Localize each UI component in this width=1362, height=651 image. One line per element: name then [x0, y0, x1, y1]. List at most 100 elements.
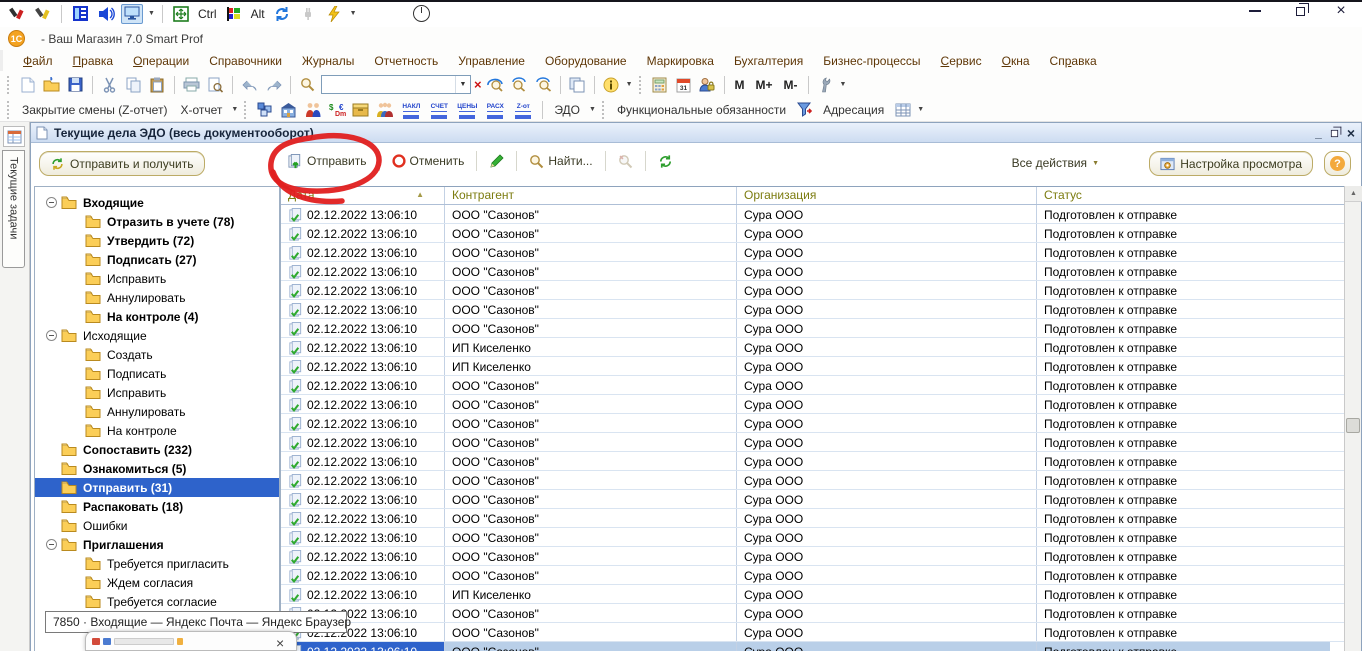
tree-item[interactable]: Ошибки: [35, 516, 279, 535]
table-row[interactable]: 02.12.2022 13:06:10ООО "Сазонов"Сура ООО…: [281, 300, 1361, 319]
x-report-button[interactable]: Х-отчет: [175, 102, 227, 118]
print-preview-icon[interactable]: [205, 75, 226, 95]
tree-item[interactable]: Создать: [35, 345, 279, 364]
open-icon[interactable]: [41, 75, 62, 95]
tree-item[interactable]: Аннулировать: [35, 402, 279, 421]
new-document-icon[interactable]: [17, 75, 38, 95]
print-icon[interactable]: [181, 75, 202, 95]
tree-item[interactable]: Приглашения: [35, 535, 279, 554]
addressing-dropdown-icon[interactable]: ▼: [917, 106, 924, 113]
currency-icon[interactable]: $Dm€: [326, 100, 347, 120]
tree-item[interactable]: Входящие: [35, 193, 279, 212]
search-dropdown-icon[interactable]: ▼: [455, 76, 470, 93]
toolbar-grip[interactable]: [7, 101, 11, 119]
tree-item[interactable]: Исправить: [35, 383, 279, 402]
doc-shortcut-icon[interactable]: Z-от: [510, 104, 536, 116]
z-report-button[interactable]: Закрытие смены (Z-отчет): [17, 102, 172, 118]
clock-icon[interactable]: [413, 5, 430, 22]
view-settings-button[interactable]: Настройка просмотра: [1149, 151, 1313, 176]
toolbar-grip[interactable]: [7, 76, 11, 94]
menu-item[interactable]: Маркировка: [637, 52, 724, 70]
tree-item[interactable]: Исходящие: [35, 326, 279, 345]
table-row[interactable]: 02.12.2022 13:06:10ООО "Сазонов"Сура ООО…: [281, 566, 1361, 585]
mdi-minimize-button[interactable]: _: [1315, 127, 1322, 139]
doc-shortcut-icon[interactable]: СЧЕТ: [426, 104, 452, 116]
memory-m-button[interactable]: M: [731, 78, 749, 92]
doc-shortcut-icon[interactable]: ЦЕНЫ: [454, 104, 480, 116]
reports-dropdown-icon[interactable]: ▼: [231, 106, 238, 113]
store-icon[interactable]: [278, 100, 299, 120]
table-row[interactable]: 02.12.2022 13:06:10ООО "Сазонов"Сура ООО…: [281, 281, 1361, 300]
tree-item[interactable]: Отразить в учете (78): [35, 212, 279, 231]
pages-icon[interactable]: [567, 75, 588, 95]
copy-icon[interactable]: [123, 75, 144, 95]
tree-item[interactable]: Требуется согласие: [35, 592, 279, 611]
column-header-counterparty[interactable]: Контрагент: [445, 187, 737, 204]
cells-icon[interactable]: [254, 100, 275, 120]
tools-icon[interactable]: [815, 75, 836, 95]
help-button[interactable]: ?: [1324, 151, 1351, 176]
edit-button[interactable]: [485, 152, 508, 171]
speaker-icon[interactable]: [95, 4, 117, 24]
menu-item[interactable]: Бизнес-процессы: [813, 52, 930, 70]
addressing-button[interactable]: Адресация: [818, 102, 889, 118]
addressing-table-icon[interactable]: [892, 100, 913, 120]
edo-dropdown-icon[interactable]: ▼: [589, 106, 596, 113]
tree-item[interactable]: Отправить (31): [35, 478, 279, 497]
menu-item[interactable]: Оборудование: [535, 52, 637, 70]
tools-dropdown-icon[interactable]: ▼: [840, 81, 847, 88]
table-row[interactable]: 02.12.2022 13:06:10ООО "Сазонов"Сура ООО…: [281, 395, 1361, 414]
tree-collapse-icon[interactable]: [46, 539, 57, 550]
scroll-up-icon[interactable]: ▲: [1345, 186, 1362, 202]
table-row[interactable]: 02.12.2022 13:06:10ИП КиселенкоСура ОООП…: [281, 357, 1361, 376]
doc-shortcut-icon[interactable]: РАСХ: [482, 104, 508, 116]
table-row[interactable]: 02.12.2022 13:06:10ИП КиселенкоСура ОООП…: [281, 338, 1361, 357]
calculator-icon[interactable]: [649, 75, 670, 95]
tree-collapse-icon[interactable]: [46, 330, 57, 341]
menu-item[interactable]: Окна: [992, 52, 1040, 70]
column-header-organization[interactable]: Организация: [737, 187, 1037, 204]
scrollbar-thumb[interactable]: [1346, 418, 1360, 433]
search-icon[interactable]: [297, 75, 318, 95]
all-actions-button[interactable]: Все действия▼: [1012, 156, 1099, 170]
table-row[interactable]: 02.12.2022 13:06:10ООО "Сазонов"Сура ООО…: [281, 319, 1361, 338]
table-row[interactable]: 02.12.2022 13:06:10ООО "Сазонов"Сура ООО…: [281, 623, 1361, 642]
menu-item[interactable]: Справочники: [199, 52, 292, 70]
windows-flag-icon[interactable]: [223, 4, 245, 24]
table-row[interactable]: 02.12.2022 13:06:10ИП КиселенкоСура ОООП…: [281, 585, 1361, 604]
tree-item[interactable]: На контроле (4): [35, 307, 279, 326]
close-button[interactable]: ×: [1326, 2, 1356, 20]
tree-collapse-icon[interactable]: [46, 197, 57, 208]
monitor-dropdown-icon[interactable]: ▼: [148, 10, 155, 17]
table-row[interactable]: 02.12.2022 13:06:10ООО "Сазонов"Сура ООО…: [281, 376, 1361, 395]
find-button[interactable]: Найти...: [525, 152, 596, 171]
tree-item[interactable]: Исправить: [35, 269, 279, 288]
table-row[interactable]: 02.12.2022 13:06:10ООО "Сазонов"Сура ООО…: [281, 471, 1361, 490]
find-next-icon[interactable]: [509, 75, 530, 95]
edo-window-titlebar[interactable]: Текущие дела ЭДО (весь документооборот) …: [31, 123, 1361, 143]
tool-red-black-icon[interactable]: [6, 4, 28, 24]
panel-list-icon[interactable]: [69, 4, 91, 24]
cancel-button[interactable]: Отменить: [388, 152, 469, 170]
plug-icon[interactable]: [297, 4, 319, 24]
search-combobox[interactable]: ▼: [321, 75, 471, 94]
toolbar-grip[interactable]: [244, 101, 248, 119]
menu-item[interactable]: Файл: [13, 52, 63, 70]
clear-find-button[interactable]: [614, 152, 637, 171]
table-row[interactable]: 02.12.2022 13:06:10ООО "Сазонов"Сура ООО…: [281, 490, 1361, 509]
ctrl-button[interactable]: Ctrl: [196, 7, 219, 21]
table-row[interactable]: 02.12.2022 13:06:10ООО "Сазонов"Сура ООО…: [281, 642, 1361, 651]
clear-search-icon[interactable]: ×: [474, 77, 482, 92]
lightning-icon[interactable]: [323, 4, 345, 24]
tree-item[interactable]: Аннулировать: [35, 288, 279, 307]
table-row[interactable]: 02.12.2022 13:06:10ООО "Сазонов"Сура ООО…: [281, 452, 1361, 471]
task-panel-icon[interactable]: [3, 126, 25, 147]
menu-item[interactable]: Правка: [63, 52, 124, 70]
tree-item[interactable]: Сопоставить (232): [35, 440, 279, 459]
table-row[interactable]: 02.12.2022 13:06:10ООО "Сазонов"Сура ООО…: [281, 433, 1361, 452]
lightning-dropdown-icon[interactable]: ▼: [350, 10, 357, 17]
calendar-icon[interactable]: 31: [673, 75, 694, 95]
table-scrollbar[interactable]: ▲: [1344, 186, 1361, 651]
table-row[interactable]: 02.12.2022 13:06:10ООО "Сазонов"Сура ООО…: [281, 509, 1361, 528]
edo-button[interactable]: ЭДО: [549, 102, 585, 118]
